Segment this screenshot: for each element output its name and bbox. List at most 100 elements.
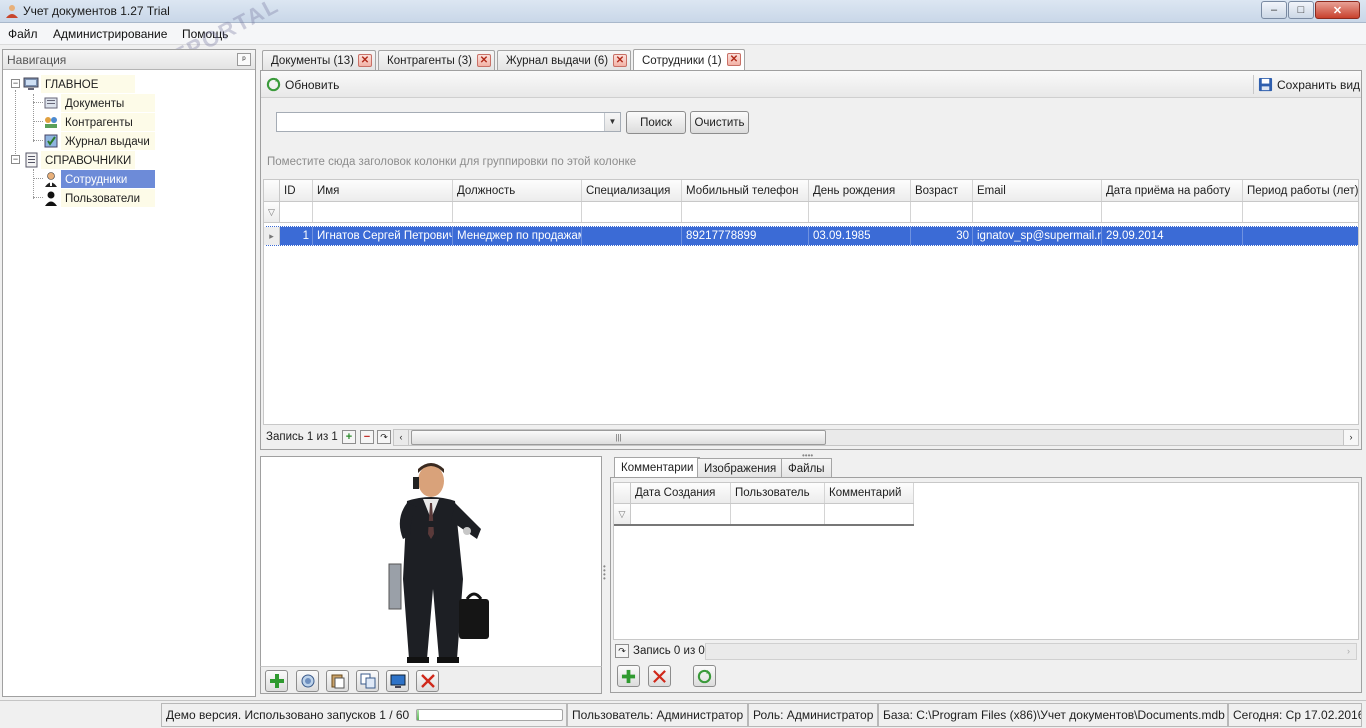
filter-icon[interactable]: ▽: [264, 202, 280, 222]
delete-x-icon: [420, 674, 435, 688]
copy-icon: [360, 673, 375, 689]
delete-photo-button[interactable]: [416, 670, 439, 692]
filter-cell[interactable]: [453, 202, 582, 222]
close-tab-icon[interactable]: ✕: [613, 54, 627, 67]
menu-administration[interactable]: Администрирование: [53, 27, 167, 41]
tab-documents[interactable]: Документы (13) ✕: [262, 50, 376, 71]
filter-cell[interactable]: [911, 202, 973, 222]
filter-cell[interactable]: [582, 202, 682, 222]
cell-age[interactable]: 30: [911, 227, 973, 245]
close-tab-icon[interactable]: ✕: [358, 54, 372, 67]
tree-group-label: ГЛАВНОЕ: [41, 74, 135, 93]
menu-file[interactable]: Файл: [8, 27, 38, 41]
close-tab-icon[interactable]: ✕: [477, 54, 491, 67]
filter-cell[interactable]: [682, 202, 809, 222]
save-disk-icon: [1258, 77, 1273, 92]
cell-position[interactable]: Менеджер по продажам: [453, 227, 582, 245]
vertical-splitter-grip-icon[interactable]: • • • •: [603, 563, 606, 583]
filter-cell[interactable]: [825, 504, 914, 524]
tree-collapse-references[interactable]: −: [11, 155, 20, 164]
cell-work-period[interactable]: [1243, 227, 1358, 245]
filter-cell[interactable]: [1102, 202, 1243, 222]
tree-item-employees[interactable]: Сотрудники: [43, 169, 155, 188]
tab-comments[interactable]: Комментарии: [614, 457, 701, 478]
chevron-down-icon[interactable]: ▼: [604, 113, 620, 131]
minimize-button[interactable]: –: [1261, 1, 1287, 19]
column-header[interactable]: Email: [973, 180, 1102, 201]
cell-birthday[interactable]: 03.09.1985: [809, 227, 911, 245]
add-photo-button[interactable]: [265, 670, 288, 692]
column-header[interactable]: Должность: [453, 180, 582, 201]
comments-horizontal-scrollbar[interactable]: ›: [705, 643, 1357, 660]
delete-comment-button[interactable]: [648, 665, 671, 687]
tree-item-contractors[interactable]: Контрагенты: [43, 112, 155, 131]
menu-help[interactable]: Помощь: [182, 27, 228, 41]
filter-cell[interactable]: [1243, 202, 1358, 222]
cell-specialization[interactable]: [582, 227, 682, 245]
column-header[interactable]: Специализация: [582, 180, 682, 201]
comments-record-counter: Запись 0 из 0: [633, 645, 705, 657]
tree-item-users[interactable]: Пользователи: [43, 188, 155, 207]
horizontal-scrollbar[interactable]: ‹ ||| ›: [393, 429, 1359, 446]
column-header[interactable]: День рождения: [809, 180, 911, 201]
refresh-button[interactable]: Обновить: [266, 75, 339, 94]
cell-name[interactable]: Игнатов Сергей Петрович: [313, 227, 453, 245]
column-header[interactable]: Имя: [313, 180, 453, 201]
tab-employees[interactable]: Сотрудники (1) ✕: [633, 49, 745, 71]
paste-photo-button[interactable]: [326, 670, 349, 692]
column-header[interactable]: Комментарий: [825, 483, 914, 503]
filter-cell[interactable]: [280, 202, 313, 222]
tree-collapse-main[interactable]: −: [11, 79, 20, 88]
refresh-comments-button[interactable]: [693, 665, 716, 687]
filter-cell[interactable]: [731, 504, 825, 524]
delete-record-icon[interactable]: −: [360, 430, 374, 444]
add-record-icon[interactable]: +: [342, 430, 356, 444]
column-header[interactable]: Пользователь: [731, 483, 825, 503]
clear-button[interactable]: Очистить: [690, 111, 749, 134]
copy-photo-button[interactable]: [356, 670, 379, 692]
pin-icon[interactable]: ᵖ: [237, 53, 251, 66]
filter-cell[interactable]: [809, 202, 911, 222]
table-row[interactable]: ▸ 1 Игнатов Сергей Петрович Менеджер по …: [264, 226, 1358, 246]
column-header[interactable]: ID: [280, 180, 313, 201]
filter-cell[interactable]: [973, 202, 1102, 222]
column-header[interactable]: Период работы (лет): [1243, 180, 1358, 201]
tree-item-documents[interactable]: Документы: [43, 93, 155, 112]
search-input[interactable]: [277, 113, 602, 131]
cell-id[interactable]: 1: [280, 227, 313, 245]
scrollbar-thumb[interactable]: |||: [411, 430, 826, 445]
add-comment-button[interactable]: [617, 665, 640, 687]
grid-filter-row: ▽: [264, 202, 1358, 223]
tab-files[interactable]: Файлы: [781, 458, 832, 478]
scan-photo-button[interactable]: [296, 670, 319, 692]
maximize-button[interactable]: □: [1288, 1, 1314, 19]
refresh-record-icon[interactable]: ↷: [377, 430, 391, 444]
tab-images[interactable]: Изображения: [697, 458, 784, 478]
search-combobox[interactable]: ▼: [276, 112, 621, 132]
refresh-comments-icon[interactable]: ↷: [615, 644, 629, 658]
tab-issue-log[interactable]: Журнал выдачи (6) ✕: [497, 50, 631, 71]
column-header[interactable]: Дата Создания: [631, 483, 731, 503]
search-button[interactable]: Поиск: [626, 111, 686, 134]
tab-contractors[interactable]: Контрагенты (3) ✕: [378, 50, 495, 71]
close-window-button[interactable]: ✕: [1315, 1, 1360, 19]
toolbar: Обновить Сохранить вид: [261, 71, 1361, 98]
filter-icon[interactable]: ▽: [614, 504, 631, 524]
scroll-right-icon[interactable]: ›: [1341, 644, 1356, 659]
cell-hire-date[interactable]: 29.09.2014: [1102, 227, 1243, 245]
scroll-right-icon[interactable]: ›: [1343, 430, 1358, 445]
tree-item-issue-log[interactable]: Журнал выдачи: [43, 131, 155, 150]
filter-cell[interactable]: [631, 504, 731, 524]
column-header[interactable]: Мобильный телефон: [682, 180, 809, 201]
scroll-left-icon[interactable]: ‹: [394, 430, 409, 445]
tree-group-main[interactable]: ГЛАВНОЕ: [23, 74, 135, 93]
tree-group-references[interactable]: СПРАВОЧНИКИ: [23, 150, 135, 169]
view-photo-button[interactable]: [386, 670, 409, 692]
save-view-button[interactable]: Сохранить вид: [1253, 75, 1360, 94]
column-header[interactable]: Дата приёма на работу: [1102, 180, 1243, 201]
column-header[interactable]: Возраст: [911, 180, 973, 201]
cell-mobile[interactable]: 89217778899: [682, 227, 809, 245]
close-tab-icon[interactable]: ✕: [727, 53, 741, 66]
filter-cell[interactable]: [313, 202, 453, 222]
cell-email[interactable]: ignatov_sp@supermail.ru: [973, 227, 1102, 245]
